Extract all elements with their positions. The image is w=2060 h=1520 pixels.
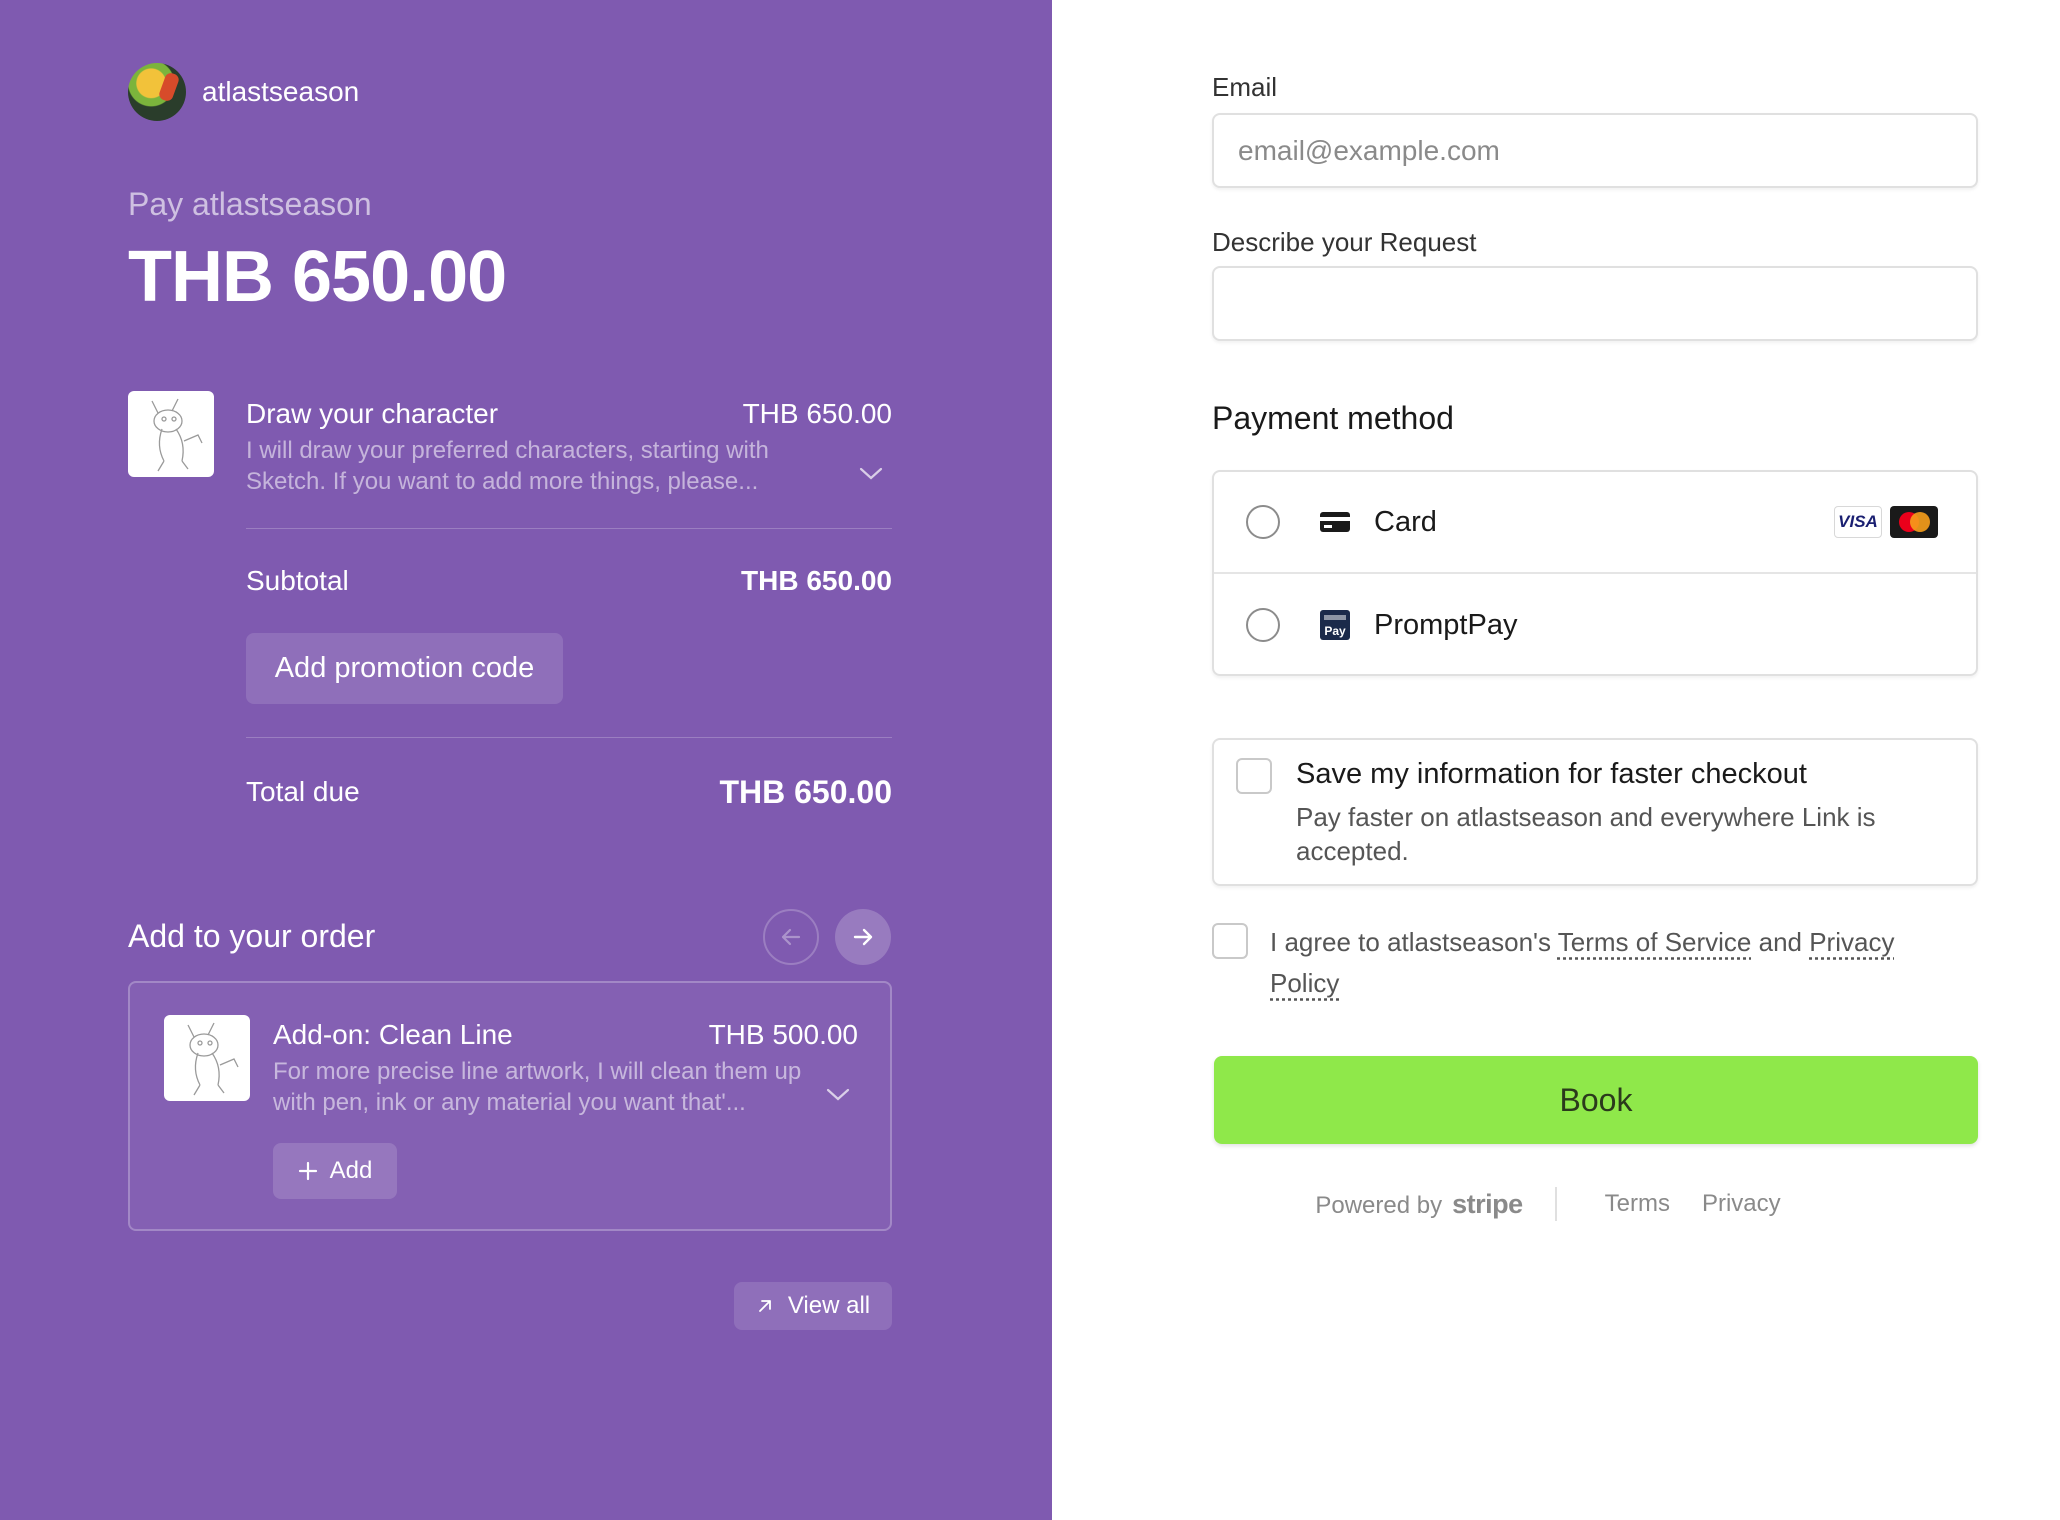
email-field[interactable]: [1212, 113, 1978, 188]
terms-of-service-link[interactable]: Terms of Service: [1558, 927, 1752, 957]
request-label: Describe your Request: [1212, 227, 1477, 257]
chevron-down-icon[interactable]: [858, 466, 884, 487]
terms-checkbox[interactable]: [1212, 923, 1248, 959]
upsell-image: [164, 1015, 250, 1101]
upsell-description: For more precise line artwork, I will cl…: [273, 1058, 802, 1116]
total-due-value: THB 650.00: [719, 774, 892, 810]
upsell-card: Add-on: Clean Line THB 500.00 For more p…: [128, 981, 892, 1231]
payment-method-title: Payment method: [1212, 400, 1454, 436]
footer: Powered by stripe Terms Privacy: [1052, 1187, 2060, 1221]
promptpay-icon: Pay: [1318, 608, 1352, 642]
card-icon: [1318, 505, 1352, 539]
terms-link[interactable]: Terms: [1605, 1190, 1670, 1218]
request-field[interactable]: [1212, 266, 1978, 341]
add-to-order-title: Add to your order: [128, 918, 376, 954]
mastercard-logo-icon: [1890, 506, 1938, 538]
divider: [246, 737, 892, 738]
product-price: THB 650.00: [742, 398, 892, 429]
payment-option-promptpay[interactable]: Pay PromptPay: [1214, 574, 1976, 676]
carousel-next-button[interactable]: [835, 909, 891, 965]
privacy-link[interactable]: Privacy: [1702, 1190, 1781, 1218]
subtotal-value: THB 650.00: [741, 565, 892, 596]
pay-amount: THB 650.00: [128, 237, 507, 317]
svg-text:Pay: Pay: [1324, 624, 1346, 638]
chevron-down-icon[interactable]: [825, 1087, 851, 1108]
product-title: Draw your character: [246, 398, 499, 429]
upsell-price: THB 500.00: [708, 1019, 858, 1050]
book-button[interactable]: Book: [1214, 1056, 1978, 1144]
save-info-description: Pay faster on atlastseason and everywher…: [1296, 802, 1876, 866]
carousel-prev-button[interactable]: [763, 909, 819, 965]
save-info-box: Save my information for faster checkout …: [1212, 738, 1978, 886]
stripe-logo: stripe: [1452, 1188, 1523, 1219]
visa-logo-icon: VISA: [1834, 506, 1882, 538]
promptpay-radio[interactable]: [1246, 608, 1280, 642]
save-info-checkbox[interactable]: [1236, 758, 1272, 794]
powered-by-label: Powered by: [1315, 1191, 1443, 1219]
terms-agreement-text: I agree to atlastseason's Terms of Servi…: [1270, 922, 1970, 1004]
footer-divider: [1554, 1187, 1557, 1221]
merchant-avatar: [128, 63, 186, 121]
merchant-name: atlastseason: [202, 76, 360, 107]
subtotal-label: Subtotal: [246, 565, 349, 596]
merchant-header: atlastseason: [128, 63, 359, 121]
terms-prefix: I agree to atlastseason's: [1270, 927, 1558, 957]
plus-icon: [298, 1161, 317, 1181]
add-promotion-code-button[interactable]: Add promotion code: [246, 633, 563, 704]
pay-label: Pay atlastseason: [128, 186, 372, 222]
product-description: I will draw your preferred characters, s…: [246, 437, 769, 495]
view-all-label: View all: [787, 1292, 871, 1319]
add-upsell-label: Add: [329, 1157, 373, 1184]
arrow-right-icon: [853, 928, 873, 946]
email-label: Email: [1212, 72, 1278, 102]
save-info-title: Save my information for faster checkout: [1296, 758, 1807, 790]
view-all-button[interactable]: View all: [734, 1282, 892, 1330]
payment-option-card[interactable]: Card VISA: [1214, 472, 1976, 574]
payment-method-list: Card VISA Pay PromptPay: [1212, 470, 1978, 676]
divider: [246, 528, 892, 529]
product-image: [128, 391, 214, 477]
add-upsell-button[interactable]: Add: [273, 1143, 397, 1199]
total-due-label: Total due: [246, 776, 360, 807]
card-label: Card: [1374, 505, 1437, 538]
payment-form-panel: Email Describe your Request Payment meth…: [1052, 0, 2060, 1520]
terms-and: and: [1751, 927, 1810, 957]
card-radio[interactable]: [1246, 505, 1280, 539]
arrow-left-icon: [781, 928, 801, 946]
order-summary-panel: atlastseason Pay atlastseason THB 650.00…: [0, 0, 1052, 1520]
arrow-up-right-icon: [758, 1300, 771, 1312]
powered-by-stripe[interactable]: Powered by stripe: [1315, 1188, 1523, 1220]
card-brands: VISA: [1834, 506, 1938, 538]
promptpay-label: PromptPay: [1374, 608, 1518, 641]
upsell-title: Add-on: Clean Line: [273, 1019, 513, 1050]
